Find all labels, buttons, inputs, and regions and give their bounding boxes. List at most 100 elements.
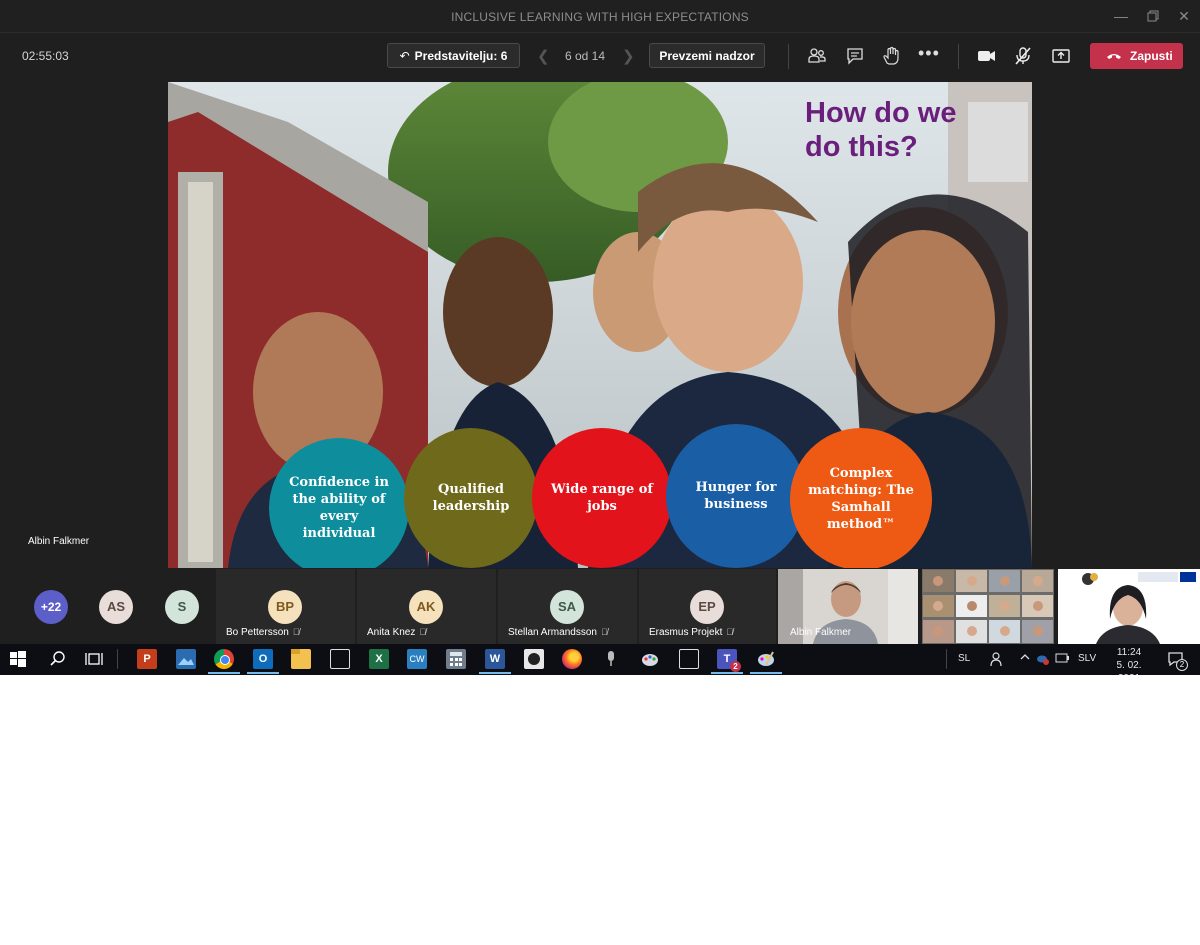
slide-circle-matching: Complex matching: The Samhall method™ [790,428,932,568]
slide-circle-leadership: Qualified leadership [404,428,538,568]
shared-slide: How do we do this? Confidence in the abi… [168,82,1032,568]
window-app-icon[interactable] [330,649,350,669]
slide-circle-business: Hunger for business [666,424,806,568]
participant-tile[interactable]: AK Anita Knez 🎙̸ [357,569,496,644]
hang-up-icon [1106,43,1122,78]
word-icon[interactable]: W [485,649,505,669]
participant-name: Stellan Armandsson 🎙̸ [508,627,608,638]
chevron-up-icon[interactable] [1019,651,1031,666]
participant-gallery-tile[interactable] [922,569,1054,644]
participant-tile[interactable]: EP Erasmus Projekt 🎙̸ [639,569,776,644]
microphone-muted-icon[interactable] [1012,45,1034,67]
toolbar-divider [788,44,789,69]
language-indicator[interactable]: SL [958,653,970,664]
share-screen-icon[interactable] [1050,45,1072,67]
web-app-icon[interactable]: CW [407,649,427,669]
gallery-grid-video [922,569,1054,644]
participant-avatar-small[interactable]: AS [99,590,133,624]
mic-off-icon: 🎙̸ [292,627,300,637]
more-options-icon[interactable]: ••• [918,44,940,67]
title-bar: INCLUSIVE LEARNING WITH HIGH EXPECTATION… [0,0,1200,33]
return-arrow-icon: ↶ [399,49,410,63]
outlook-icon[interactable]: O [253,649,273,669]
toolbar-divider [958,44,959,69]
meeting-toolbar: 02:55:03 ↶ Predstavitelju: 6 ❮ 6 od 14 ❯ … [0,33,1200,80]
clock-date: 5. 02. 2021 [1116,660,1142,675]
teams-notification-badge: 2 [730,661,741,672]
presenter-name-label: Albin Falkmer [28,536,90,547]
chat-icon[interactable] [844,45,866,67]
next-slide-icon[interactable]: ❯ [622,47,635,65]
participant-tile[interactable]: BP Bo Pettersson 🎙̸ [216,569,355,644]
meeting-timer: 02:55:03 [22,49,69,63]
powerpoint-icon[interactable]: P [137,649,157,669]
slide-counter: 6 od 14 [564,49,606,63]
participant-tile[interactable]: SA Stellan Armandsson 🎙̸ [498,569,637,644]
window-app-icon[interactable] [679,649,699,669]
participant-avatar-small[interactable]: S [165,590,199,624]
slide-heading-line-1: How do we [805,97,957,129]
participant-name: Albin Falkmer [790,627,852,638]
more-participants-badge[interactable]: +22 [34,590,68,624]
taskbar-divider [117,649,118,669]
excel-icon[interactable]: X [369,649,389,669]
keyboard-layout-indicator[interactable]: SLV [1078,653,1096,664]
clock-time: 11:24 [1116,647,1142,658]
participant-avatar: BP [268,590,302,624]
teams-icon[interactable]: T 2 [717,649,741,672]
notification-count: 2 [1176,659,1188,671]
battery-icon[interactable] [1055,653,1069,666]
participant-avatar: SA [550,590,584,624]
slide-circle-confidence: Confidence in the ability of every indiv… [269,438,409,568]
search-icon[interactable] [48,649,68,669]
take-control-button[interactable]: Prevzemi nadzor [649,43,765,68]
camera-icon[interactable] [975,45,997,67]
participant-avatar: AK [409,590,443,624]
leave-button[interactable]: Zapusti [1090,43,1183,69]
slide-heading-line-2: do this? [805,131,918,163]
raise-hand-icon[interactable] [880,45,902,67]
minimize-icon[interactable]: — [1111,6,1131,26]
people-icon[interactable] [990,651,1004,670]
active-app-indicator [750,672,782,674]
participants-icon[interactable] [806,45,828,67]
participant-video [1058,569,1200,644]
chrome-icon[interactable] [214,649,234,669]
paint-3d-icon[interactable] [756,649,776,669]
participant-video-tile[interactable] [1058,569,1200,644]
active-app-indicator [479,672,511,674]
file-explorer-icon[interactable] [291,649,311,669]
microphone-app-icon[interactable] [601,649,621,669]
presenter-button-label: Predstavitelju: 6 [414,49,508,63]
tray-divider [946,649,947,669]
slide-circle-jobs: Wide range of jobs [532,428,672,568]
close-icon[interactable]: ✕ [1174,6,1194,26]
mic-off-icon: 🎙̸ [726,627,734,637]
participant-avatar: EP [690,590,724,624]
paint-app-icon[interactable] [640,649,660,669]
mic-off-icon: 🎙̸ [419,627,427,637]
leave-label: Zapusti [1130,49,1173,63]
network-error-icon[interactable] [1036,652,1050,669]
windows-taskbar: P O X CW W T 2 SL SLV 11:24 5. 02. 2 [0,644,1200,675]
participant-video-tile[interactable]: Albin Falkmer [778,569,918,644]
active-app-indicator [208,672,240,674]
photos-icon[interactable] [176,649,196,669]
active-app-indicator [247,672,279,674]
participant-strip: +22 AS S BP Bo Pettersson 🎙̸ AK Anita Kne… [0,569,1200,644]
notifications-icon[interactable]: 2 [1167,650,1188,671]
clock[interactable]: 11:24 5. 02. 2021 [1106,646,1152,675]
media-app-icon[interactable] [524,649,544,669]
calculator-icon[interactable] [446,649,466,669]
previous-slide-icon[interactable]: ❮ [537,47,550,65]
window-title: INCLUSIVE LEARNING WITH HIGH EXPECTATION… [451,10,749,24]
participant-name: Anita Knez 🎙̸ [367,627,427,638]
firefox-icon[interactable] [562,649,582,669]
windows-start-icon[interactable] [10,651,26,667]
participant-name: Bo Pettersson 🎙̸ [226,627,300,638]
task-view-icon[interactable] [84,649,104,669]
return-to-presenter-button[interactable]: ↶ Predstavitelju: 6 [387,43,520,68]
slide-heading: How do we do this? [805,96,1005,164]
restore-icon[interactable] [1143,6,1163,26]
teams-meeting-window: INCLUSIVE LEARNING WITH HIGH EXPECTATION… [0,0,1200,675]
